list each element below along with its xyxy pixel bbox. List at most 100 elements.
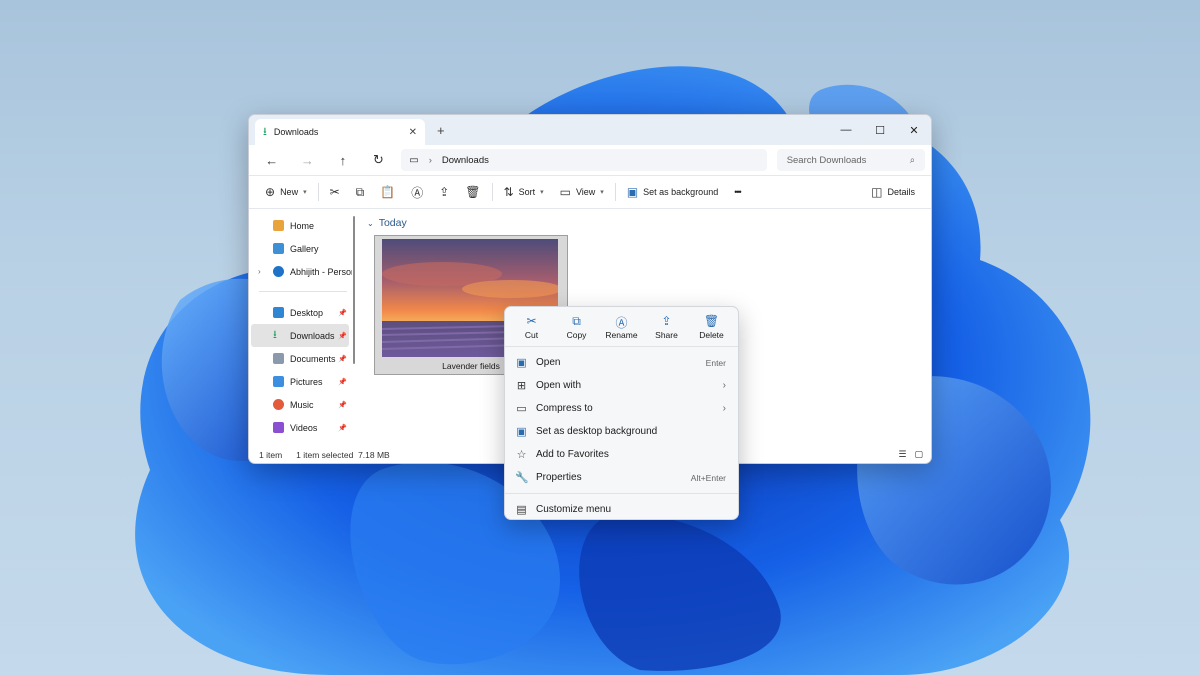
menu-item-open[interactable]: ▣ Open Enter — [505, 351, 738, 374]
menu-item-add-to-favorites[interactable]: ☆ Add to Favorites — [505, 443, 738, 466]
paste-button[interactable]: 📋 — [372, 179, 403, 205]
context-rename-button[interactable]: Ⓐ Rename — [600, 314, 644, 340]
details-pane-icon: ◫ — [871, 185, 883, 199]
sidebar-item-label: Pictures — [290, 376, 323, 387]
chevron-down-icon: ⌄ — [367, 218, 374, 228]
menu-item-properties[interactable]: 🔧 Properties Alt+Enter — [505, 466, 738, 489]
delete-icon: 🗑 — [703, 313, 720, 328]
close-window-button[interactable]: ✕ — [897, 115, 931, 145]
context-menu: ✂ Cut ⧉ Copy Ⓐ Rename ⇪ Share 🗑 Delete ▣… — [504, 306, 739, 520]
set-as-background-button[interactable]: ▣ Set as background — [619, 179, 726, 205]
sort-button[interactable]: ⇅ Sort ▾ — [496, 179, 552, 205]
search-input[interactable]: Search Downloads ⌕ — [776, 149, 926, 171]
sidebar-item-downloads[interactable]: ⭳ Downloads 📌 — [251, 324, 349, 347]
delete-button[interactable]: 🗑 — [457, 179, 488, 205]
star-icon: ☆ — [516, 449, 527, 461]
share-button[interactable]: ⇪ — [431, 179, 457, 205]
sort-icon: ⇅ — [503, 185, 514, 199]
tab-label: Downloads — [273, 127, 319, 137]
context-quick-actions: ✂ Cut ⧉ Copy Ⓐ Rename ⇪ Share 🗑 Delete — [505, 307, 738, 347]
close-tab-icon[interactable]: ✕ — [409, 127, 417, 138]
paste-icon: 📋 — [380, 185, 396, 199]
menu-item-label: Compress to — [536, 403, 593, 414]
sidebar-item-label: Gallery — [290, 243, 319, 254]
sidebar-item-pictures[interactable]: Pictures 📌 — [249, 370, 357, 393]
download-icon: ⭳ — [273, 329, 277, 341]
sidebar-item-onedrive[interactable]: › Abhijith - Personal — [249, 260, 357, 283]
onedrive-icon — [273, 266, 284, 277]
menu-item-label: Open — [536, 357, 561, 368]
customize-menu-icon: ▤ — [516, 504, 527, 516]
compress-icon: ▭ — [516, 403, 527, 415]
selection-count: 1 item selected — [296, 449, 354, 460]
qa-label: Cut — [524, 329, 539, 340]
copy-button[interactable]: ⧉ — [348, 179, 373, 205]
gallery-icon — [273, 243, 284, 254]
separator — [614, 183, 616, 201]
menu-item-label: Add to Favorites — [536, 449, 609, 460]
back-button[interactable]: ← — [255, 148, 289, 172]
item-count: 1 item — [259, 449, 283, 460]
view-toggles: ☰ ▢ — [898, 449, 923, 460]
qa-label: Rename — [605, 329, 638, 340]
chevron-right-icon[interactable]: › — [258, 267, 261, 276]
cut-button[interactable]: ✂ — [322, 179, 348, 205]
sidebar-item-home[interactable]: Home — [249, 214, 357, 237]
chevron-right-icon: › — [722, 403, 726, 414]
details-view-icon[interactable]: ☰ — [898, 449, 906, 460]
new-button[interactable]: ⊕ New ▾ — [257, 179, 315, 205]
context-share-button[interactable]: ⇪ Share — [645, 314, 689, 340]
sidebar-item-music[interactable]: Music 📌 — [249, 393, 357, 416]
share-icon: ⇪ — [661, 313, 672, 328]
more-options-button[interactable]: ••• — [726, 179, 748, 205]
separator — [491, 183, 493, 201]
menu-item-label: Open with — [536, 380, 582, 391]
sidebar-item-gallery[interactable]: Gallery — [249, 237, 357, 260]
rename-icon: Ⓐ — [615, 315, 628, 330]
properties-icon: 🔧 — [515, 472, 529, 484]
sidebar-item-label: Videos — [290, 422, 318, 433]
up-button[interactable]: ↑ — [326, 148, 360, 172]
tiles-view-icon[interactable]: ▢ — [914, 449, 923, 460]
view-button[interactable]: ▭ View ▾ — [552, 179, 612, 205]
menu-separator — [505, 493, 738, 494]
sidebar-item-videos[interactable]: Videos 📌 — [249, 416, 357, 439]
sidebar-item-desktop[interactable]: Desktop 📌 — [249, 301, 357, 324]
context-copy-button[interactable]: ⧉ Copy — [555, 314, 599, 340]
rename-button[interactable]: Ⓐ — [403, 179, 431, 205]
set-background-icon: ▣ — [516, 426, 527, 438]
tab-downloads[interactable]: ⭳ Downloads ✕ — [255, 119, 425, 145]
menu-item-label: Customize menu — [536, 504, 612, 515]
menu-item-customize-menu[interactable]: ▤ Customize menu — [505, 498, 738, 521]
breadcrumb[interactable]: Downloads — [442, 155, 489, 166]
pin-icon: 📌 — [338, 309, 347, 317]
pin-icon: 📌 — [338, 355, 347, 363]
menu-item-label: Set as desktop background — [536, 426, 658, 437]
context-menu-list: ▣ Open Enter ⊞ Open with › ▭ Compress to… — [505, 347, 738, 521]
context-cut-button[interactable]: ✂ Cut — [510, 314, 554, 340]
refresh-button[interactable]: ↻ — [362, 148, 396, 172]
sidebar-item-label: Downloads — [290, 330, 335, 341]
address-bar[interactable]: ▭ › Downloads — [401, 149, 767, 171]
new-label: New — [280, 187, 299, 197]
menu-item-set-desktop-background[interactable]: ▣ Set as desktop background — [505, 420, 738, 443]
menu-item-label: Properties — [536, 472, 582, 483]
sidebar-item-label: Abhijith - Personal — [290, 266, 352, 277]
forward-button[interactable]: → — [291, 148, 325, 172]
group-label: Today — [378, 217, 407, 229]
new-tab-button[interactable]: + — [437, 123, 445, 138]
menu-item-compress-to[interactable]: ▭ Compress to › — [505, 397, 738, 420]
details-pane-button[interactable]: ◫ Details — [863, 179, 923, 205]
sidebar-item-documents[interactable]: Documents 📌 — [249, 347, 357, 370]
open-with-icon: ⊞ — [516, 380, 527, 392]
menu-item-open-with[interactable]: ⊞ Open with › — [505, 374, 738, 397]
maximize-button[interactable]: ☐ — [863, 115, 897, 145]
command-bar: ⊕ New ▾ ✂ ⧉ 📋 Ⓐ ⇪ 🗑 ⇅ Sort ▾ ▭ View ▾ ▣ … — [249, 175, 931, 209]
cut-icon: ✂ — [329, 185, 340, 199]
minimize-button[interactable]: — — [829, 115, 863, 145]
group-header-today[interactable]: ⌄ Today — [367, 217, 407, 229]
navigation-pane: Home Gallery › Abhijith - Personal Deskt… — [249, 210, 357, 446]
context-delete-button[interactable]: 🗑 Delete — [690, 314, 734, 340]
qa-label: Delete — [699, 329, 724, 340]
details-label: Details — [887, 187, 915, 197]
